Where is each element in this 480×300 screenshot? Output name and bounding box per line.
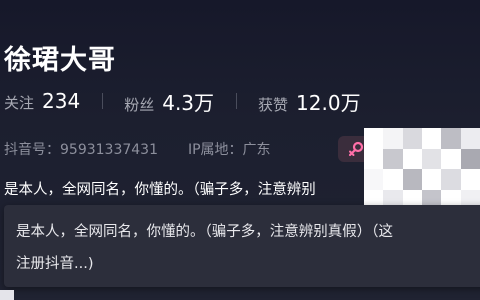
mosaic-tile xyxy=(383,128,403,149)
stat-followers-label: 粉丝 xyxy=(124,95,155,114)
stat-following-label: 关注 xyxy=(4,94,35,112)
mosaic-tile xyxy=(402,148,422,169)
mosaic-tile xyxy=(364,148,384,169)
mosaic-tile xyxy=(422,148,442,169)
mosaic-tile xyxy=(364,128,384,149)
douyin-id: 抖音号：95931337431 xyxy=(4,142,158,158)
mosaic-tile xyxy=(422,128,442,149)
stat-likes-value: 12.0万 xyxy=(296,90,361,115)
stat-divider xyxy=(102,93,104,109)
stat-following-value: 234 xyxy=(42,89,81,113)
mosaic-tile xyxy=(422,169,442,190)
stat-followers[interactable]: 粉丝 4.3万 xyxy=(124,87,214,116)
mosaic-tile xyxy=(402,128,422,149)
profile-meta: 抖音号：95931337431 IP属地：广东 xyxy=(4,139,271,159)
mosaic-tile xyxy=(383,148,403,169)
mosaic-tile xyxy=(441,148,461,169)
mosaic-tile xyxy=(364,169,384,190)
bio-full-line-2: 注册抖音...) xyxy=(16,256,94,272)
tab-indicator xyxy=(0,290,14,300)
ip-location: IP属地：广东 xyxy=(187,142,271,158)
stat-likes-label: 获赞 xyxy=(258,95,289,114)
bio-full-line-1: 是本人，全网同名，你懂的。（骗子多，注意辨别真假）（这 xyxy=(16,224,393,240)
mosaic-tile xyxy=(402,169,422,190)
bio-text[interactable]: 是本人，全网同名，你懂的。（骗子多，注意辨别 xyxy=(4,178,364,199)
mosaic-tile xyxy=(460,128,480,149)
female-icon xyxy=(348,141,364,157)
bio-expanded-tooltip: 是本人，全网同名，你懂的。（骗子多，注意辨别真假）（这 注册抖音...) xyxy=(4,205,480,287)
profile-stats: 关注 234 粉丝 4.3万 获赞 12.0万 xyxy=(4,87,361,116)
profile-header: 徐珺大哥 关注 234 粉丝 4.3万 获赞 12.0万 抖音号：9593133… xyxy=(0,0,480,300)
mosaic-tile xyxy=(460,169,480,190)
mosaic-tile xyxy=(383,169,403,190)
mosaic-tile xyxy=(441,128,461,149)
mosaic-tile xyxy=(441,169,461,190)
mosaic-tile xyxy=(460,148,480,169)
pixelated-avatar xyxy=(364,128,480,210)
stat-likes[interactable]: 获赞 12.0万 xyxy=(258,87,361,116)
stat-followers-value: 4.3万 xyxy=(162,90,215,115)
stat-divider xyxy=(236,93,238,109)
profile-name: 徐珺大哥 xyxy=(4,45,116,76)
stat-following[interactable]: 关注 234 xyxy=(4,89,80,113)
